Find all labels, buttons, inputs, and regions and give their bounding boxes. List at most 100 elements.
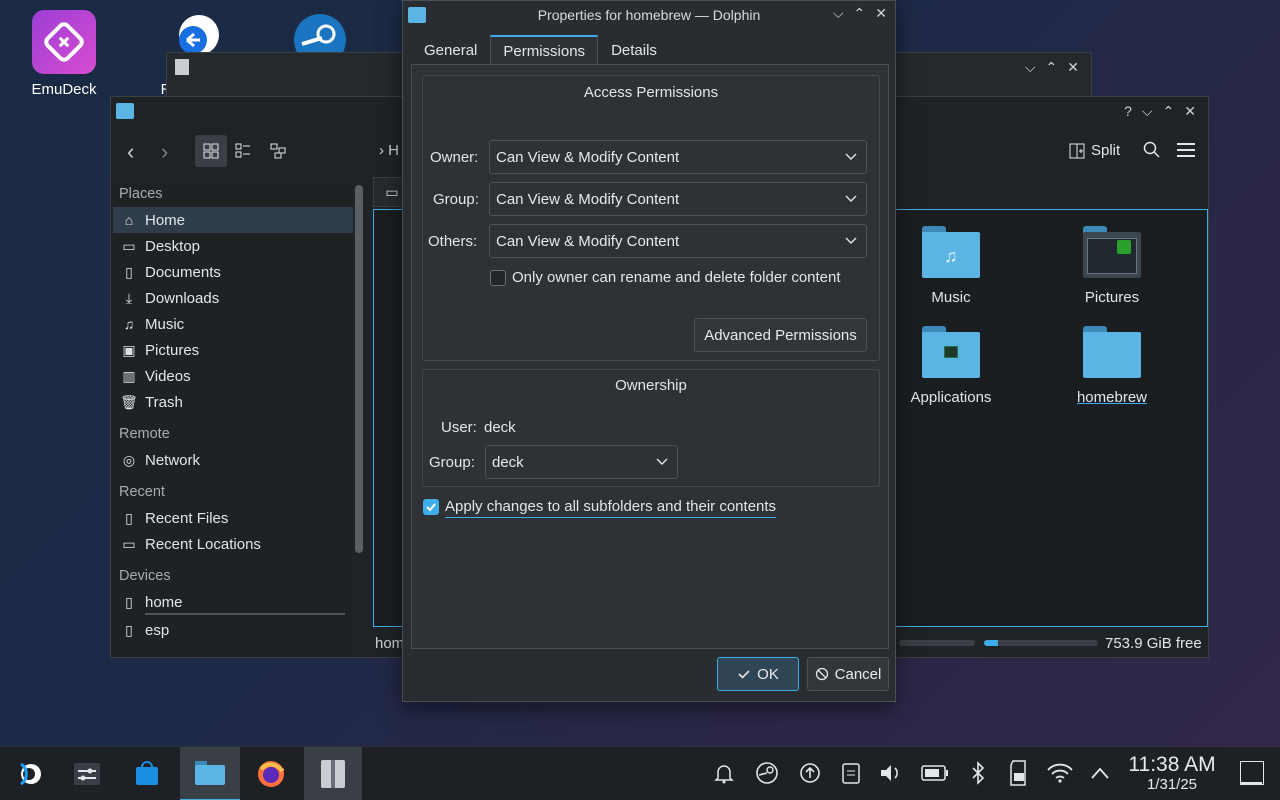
close-icon[interactable]: ✕	[1067, 59, 1079, 76]
ark-task-button[interactable]	[304, 747, 362, 800]
tab-general[interactable]: General	[411, 35, 490, 65]
split-button[interactable]: Split	[1069, 142, 1120, 159]
wifi-icon[interactable]	[1046, 759, 1074, 787]
maximize-icon[interactable]: ⌃	[1046, 59, 1058, 76]
music-folder-icon: ♫	[922, 226, 980, 278]
battery-icon[interactable]	[921, 759, 949, 787]
others-permission-select[interactable]: Can View & Modify Content	[489, 224, 867, 258]
sidebar-item-label: Trash	[145, 393, 183, 411]
application-launcher-button[interactable]	[0, 747, 58, 800]
free-space-bar	[984, 640, 1098, 646]
zoom-slider[interactable]	[899, 640, 975, 646]
sidebar-scrollbar[interactable]	[355, 185, 363, 553]
clipboard-icon[interactable]	[837, 759, 865, 787]
trash-icon: 🗑	[120, 393, 138, 410]
sidebar-item-trash[interactable]: 🗑 Trash	[113, 389, 353, 415]
show-desktop-button[interactable]	[1240, 761, 1264, 785]
owner-group-value: deck	[492, 453, 524, 471]
ok-button[interactable]: OK	[717, 657, 799, 691]
sidebar-item-esp[interactable]: ▯ esp	[113, 617, 353, 643]
apply-recursive-label[interactable]: Apply changes to all subfolders and thei…	[445, 498, 777, 518]
sidebar-item-label: Home	[145, 211, 186, 229]
device-usage-bar	[145, 613, 345, 615]
minimize-icon[interactable]: ⌵	[1142, 103, 1153, 120]
update-icon[interactable]	[796, 759, 824, 787]
chevron-up-icon[interactable]	[1086, 759, 1114, 787]
owner-permission-select[interactable]: Can View & Modify Content	[489, 140, 867, 174]
devices-heading: Devices	[119, 568, 171, 584]
maximize-icon[interactable]: ⌃	[1163, 103, 1175, 120]
dialog-app-icon	[408, 7, 426, 23]
sidebar-item-home-device[interactable]: ▯ home	[113, 589, 353, 615]
minimize-icon[interactable]: ⌵	[1025, 59, 1036, 76]
steam-icon[interactable]	[292, 12, 348, 52]
sidebar-item-desktop[interactable]: ▭ Desktop	[113, 233, 353, 259]
group-permission-select[interactable]: Can View & Modify Content	[489, 182, 867, 216]
recent-heading: Recent	[119, 484, 165, 500]
notifications-icon[interactable]	[710, 759, 738, 787]
properties-dialog[interactable]: Properties for homebrew — Dolphin ⌵ ⌃ ✕ Ge…	[402, 0, 896, 702]
pictures-folder-icon	[1083, 226, 1141, 278]
emudeck-icon[interactable]	[32, 10, 96, 74]
steam-tray-icon[interactable]	[753, 759, 781, 787]
sidebar-item-downloads[interactable]: ⤓ Downloads	[113, 285, 353, 311]
places-heading: Places	[119, 186, 163, 202]
owner-group-select[interactable]: deck	[485, 445, 678, 479]
dialog-titlebar[interactable]: Properties for homebrew — Dolphin ⌵ ⌃ ✕	[403, 1, 895, 29]
tab-content-pane: Access Permissions Owner: Can View & Mod…	[411, 64, 889, 649]
tab-permissions[interactable]: Permissions	[490, 35, 599, 65]
back-button[interactable]: ‹	[127, 139, 134, 165]
emudeck-label: EmuDeck	[31, 81, 97, 98]
cancel-button[interactable]: Cancel	[807, 657, 889, 691]
sidebar-item-videos[interactable]: ▥ Videos	[113, 363, 353, 389]
sidebar-item-recent-files[interactable]: ▯ Recent Files	[113, 505, 353, 531]
only-owner-checkbox[interactable]	[490, 270, 506, 286]
owner-group-label: Group:	[429, 454, 475, 471]
bluetooth-icon[interactable]	[964, 759, 992, 787]
help-icon[interactable]: ?	[1124, 103, 1132, 120]
forward-button[interactable]: ›	[161, 139, 168, 165]
sidebar-item-home[interactable]: ⌂ Home	[113, 207, 353, 233]
sidebar-item-label: Music	[145, 315, 185, 333]
close-icon[interactable]: ✕	[1184, 103, 1196, 120]
details-view-button[interactable]	[270, 143, 286, 163]
access-permissions-heading: Access Permissions	[583, 84, 719, 101]
icons-view-button[interactable]	[195, 135, 227, 167]
applications-folder-icon	[922, 326, 980, 378]
sidebar-item-recent-locations[interactable]: ▭ Recent Locations	[113, 531, 353, 557]
search-button[interactable]	[1143, 141, 1161, 163]
compact-view-button[interactable]	[235, 143, 251, 163]
sd-card-icon[interactable]	[1005, 759, 1033, 787]
sidebar-item-label: Downloads	[145, 289, 220, 307]
discover-button[interactable]	[118, 747, 176, 800]
tab-details[interactable]: Details	[598, 35, 670, 65]
firefox-button[interactable]	[242, 747, 300, 800]
group-label: Group:	[433, 191, 479, 208]
volume-icon[interactable]	[878, 759, 906, 787]
homebrew-folder-icon	[1083, 326, 1141, 378]
split-label: Split	[1091, 142, 1121, 159]
ownership-group: Ownership User: deck Group: deck	[422, 369, 880, 487]
digital-clock[interactable]: 11:38 AM 1/31/25	[1120, 754, 1224, 794]
only-owner-label[interactable]: Only owner can rename and delete folder …	[512, 269, 841, 286]
advanced-permissions-button[interactable]: Advanced Permissions	[694, 318, 867, 352]
menu-icon	[1177, 143, 1195, 157]
taskbar: 11:38 AM 1/31/25	[0, 746, 1280, 800]
sidebar-item-network[interactable]: ◎ Network	[113, 447, 353, 473]
recent-files-icon: ▯	[125, 509, 133, 526]
hamburger-menu-button[interactable]	[1177, 143, 1195, 161]
dolphin-app-icon	[116, 103, 134, 119]
others-permission-value: Can View & Modify Content	[496, 232, 680, 250]
breadcrumb-item[interactable]: H	[388, 142, 399, 159]
close-icon[interactable]: ✕	[875, 5, 887, 22]
sidebar-item-music[interactable]: ♫ Music	[113, 311, 353, 337]
maximize-icon[interactable]: ⌃	[854, 5, 866, 22]
apply-recursive-checkbox[interactable]	[423, 499, 439, 515]
sidebar-item-label: Documents	[145, 263, 221, 281]
breadcrumb[interactable]: › H	[379, 142, 399, 159]
sidebar-item-documents[interactable]: ▯ Documents	[113, 259, 353, 285]
sidebar-item-pictures[interactable]: ▣ Pictures	[113, 337, 353, 363]
dolphin-task-button[interactable]	[180, 747, 240, 800]
system-settings-button[interactable]	[58, 747, 116, 800]
minimize-icon[interactable]: ⌵	[833, 5, 844, 22]
